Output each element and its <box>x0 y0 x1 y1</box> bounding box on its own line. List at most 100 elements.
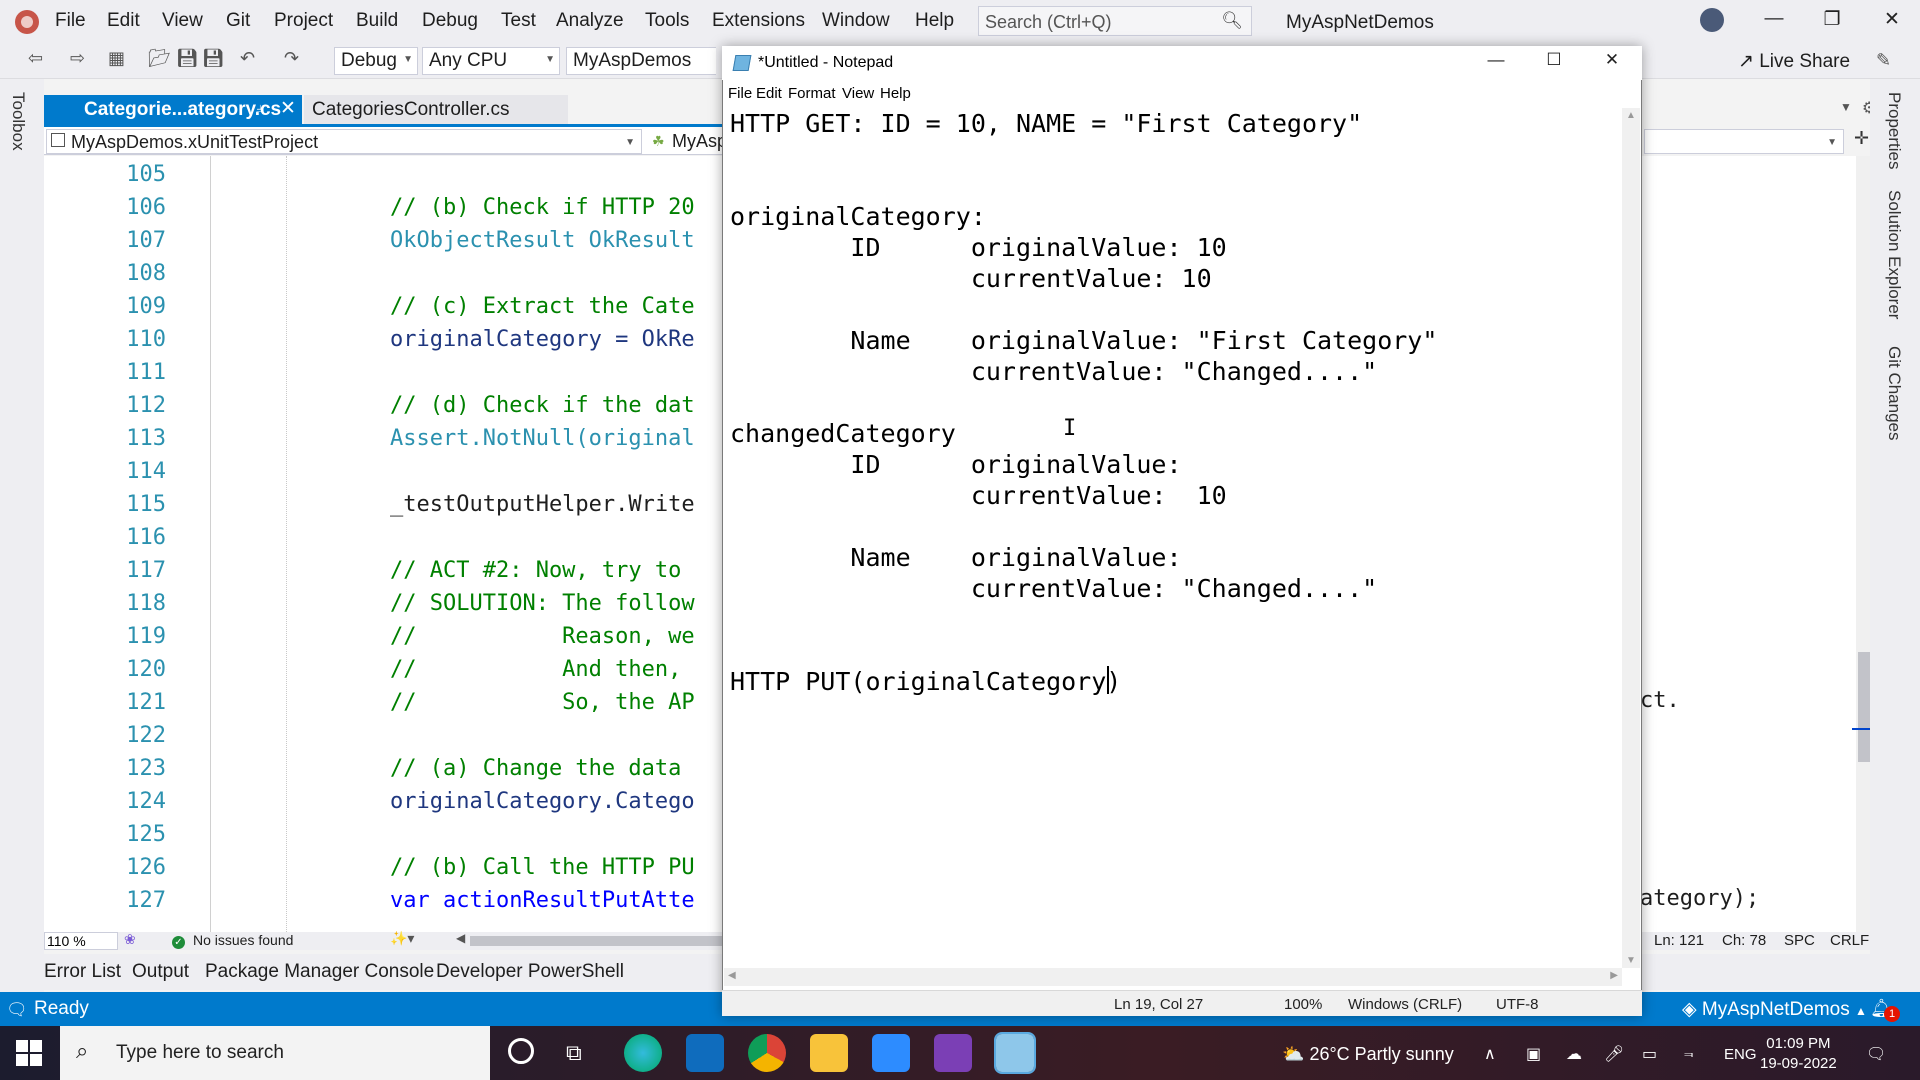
scroll-right-icon[interactable]: ▶ <box>1610 970 1618 981</box>
menu-build[interactable]: Build <box>356 10 398 32</box>
tab-package-manager-console[interactable]: Package Manager Console <box>205 961 434 983</box>
tab-solution-explorer[interactable]: Solution Explorer <box>1884 190 1904 319</box>
open-folder-icon[interactable]: 📂︎ <box>148 48 171 69</box>
menu-extensions[interactable]: Extensions <box>712 10 805 32</box>
forward-icon[interactable]: ⇨ <box>70 48 85 69</box>
configuration-dropdown[interactable]: Debug ▼ <box>334 47 418 75</box>
account-avatar[interactable] <box>1700 8 1724 32</box>
toolbox-tab[interactable]: Toolbox <box>8 92 28 151</box>
cortana-icon[interactable] <box>508 1038 534 1064</box>
visual-studio-taskbar-icon[interactable] <box>934 1034 972 1072</box>
menu-window[interactable]: Window <box>822 10 890 32</box>
issues-indicator[interactable]: ✓ No issues found <box>172 932 293 949</box>
split-editor-icon[interactable]: ✛ <box>1854 128 1869 149</box>
mail-icon[interactable] <box>686 1034 724 1072</box>
notepad-line-ending: Windows (CRLF) <box>1348 996 1463 1013</box>
redo-icon[interactable]: ↷ <box>284 48 299 69</box>
project-dropdown[interactable]: MyAspDemos.xUnitTestProject ▼ <box>46 129 642 154</box>
vs-search-input[interactable]: Search (Ctrl+Q) 🔍︎ <box>978 6 1252 36</box>
save-icon[interactable]: 💾︎ <box>176 48 199 69</box>
back-icon[interactable]: ⇦ <box>28 48 43 69</box>
notepad-text-area[interactable]: HTTP GET: ID = 10, NAME = "First Categor… <box>730 108 1610 968</box>
show-hidden-icons-icon[interactable]: ∧ <box>1484 1044 1496 1064</box>
action-center-icon[interactable]: 🗨︎ <box>1866 1044 1886 1064</box>
undo-icon[interactable]: ↶ <box>240 48 255 69</box>
wifi-icon[interactable]: ⫬ <box>1684 1044 1693 1062</box>
tab-git-changes[interactable]: Git Changes <box>1884 346 1904 441</box>
scroll-up-icon[interactable]: ▲ <box>1626 110 1636 121</box>
file-explorer-icon[interactable] <box>810 1034 848 1072</box>
close-tab-icon[interactable]: ✕ <box>280 97 296 120</box>
chrome-icon[interactable] <box>748 1034 786 1072</box>
scroll-left-icon[interactable]: ◀ <box>456 931 465 945</box>
line-ending[interactable]: CRLF <box>1830 932 1869 949</box>
menu-test[interactable]: Test <box>501 10 536 32</box>
language-indicator[interactable]: ENG <box>1724 1046 1757 1063</box>
notepad-taskbar-icon[interactable] <box>994 1032 1036 1074</box>
menu-edit[interactable]: Edit <box>107 10 140 32</box>
tab-properties[interactable]: Properties <box>1884 92 1904 169</box>
microphone-icon[interactable]: 🎤︎ <box>1604 1044 1624 1064</box>
notepad-horizontal-scrollbar[interactable]: ◀ ▶ <box>724 968 1622 986</box>
member-dropdown[interactable]: ▼ <box>1644 129 1844 154</box>
startup-project-dropdown[interactable]: MyAspDemos <box>566 47 716 75</box>
notepad-menu-format[interactable]: Format <box>788 85 836 102</box>
zoom-app-icon[interactable] <box>872 1034 910 1072</box>
live-share-button[interactable]: ↗ Live Share <box>1738 50 1850 73</box>
weather-widget[interactable]: ⛅ 26°C Partly sunny <box>1282 1044 1454 1065</box>
menu-view[interactable]: View <box>162 10 203 32</box>
battery-icon[interactable]: ▭ <box>1642 1044 1657 1064</box>
tab-categories-controller[interactable]: CategoriesController.cs <box>304 95 568 124</box>
taskbar-clock[interactable]: 01:09 PM 19-09-2022 <box>1760 1034 1837 1074</box>
notepad-menu-edit[interactable]: Edit <box>756 85 782 102</box>
whitespace-mode[interactable]: SPC <box>1784 932 1815 949</box>
feedback-icon[interactable]: ✎ <box>1876 50 1891 71</box>
notepad-minimize-icon[interactable]: — <box>1476 50 1516 70</box>
menu-debug[interactable]: Debug <box>422 10 478 32</box>
notepad-vertical-scrollbar[interactable]: ▲ ▼ <box>1622 108 1640 968</box>
notepad-maximize-icon[interactable]: ☐ <box>1534 50 1574 70</box>
indent-guide <box>286 156 287 932</box>
intellicode-icon[interactable]: ❀ <box>124 931 136 948</box>
close-icon[interactable]: ✕ <box>1872 8 1912 31</box>
code-cleanup-icon[interactable]: ✨▾ <box>390 930 414 947</box>
menu-file[interactable]: File <box>55 10 86 32</box>
platform-dropdown[interactable]: Any CPU ▼ <box>422 47 560 75</box>
tab-category-test[interactable]: Categorie...ategory.cs ⫨ ✕ <box>44 95 302 124</box>
edge-icon[interactable] <box>624 1034 662 1072</box>
editor-scroll-thumb[interactable] <box>1858 652 1870 762</box>
menu-analyze[interactable]: Analyze <box>556 10 624 32</box>
restore-icon[interactable]: ❐ <box>1812 8 1852 31</box>
menu-project[interactable]: Project <box>274 10 333 32</box>
tab-list-dropdown-icon[interactable]: ▼ <box>1840 100 1852 114</box>
taskbar-search-input[interactable]: ⌕ Type here to search <box>60 1026 490 1080</box>
line-number: 108 <box>126 261 166 286</box>
editor-horizontal-scroll-thumb[interactable] <box>470 936 730 946</box>
menu-tools[interactable]: Tools <box>645 10 689 32</box>
tab-output[interactable]: Output <box>132 961 189 983</box>
minimize-icon[interactable]: — <box>1754 8 1794 30</box>
notepad-zoom: 100% <box>1284 996 1323 1013</box>
pin-icon[interactable]: ⫨ <box>256 99 264 116</box>
onedrive-icon[interactable]: ☁ <box>1566 1044 1582 1064</box>
notepad-menu-file[interactable]: File <box>728 85 752 102</box>
new-project-icon[interactable]: ▦ <box>108 48 125 69</box>
type-dropdown[interactable]: ☘ MyAsp <box>648 129 728 154</box>
meet-now-icon[interactable]: ▣ <box>1526 1044 1541 1064</box>
zoom-level-dropdown[interactable]: 110 % <box>44 932 118 950</box>
tab-developer-powershell[interactable]: Developer PowerShell <box>436 961 624 983</box>
windows-start-icon[interactable] <box>16 1040 42 1066</box>
partly-sunny-icon: ⛅ <box>1282 1044 1305 1064</box>
menu-help[interactable]: Help <box>915 10 954 32</box>
tab-error-list[interactable]: Error List <box>44 961 121 983</box>
notepad-menu-help[interactable]: Help <box>880 85 911 102</box>
notepad-menu-view[interactable]: View <box>842 85 874 102</box>
save-all-icon[interactable]: 💾︎ <box>202 48 225 69</box>
notepad-close-icon[interactable]: ✕ <box>1592 50 1632 70</box>
scroll-left-icon[interactable]: ◀ <box>728 970 736 981</box>
repository-button[interactable]: ◈ MyAspNetDemos ▲ <box>1682 998 1867 1021</box>
line-number: 124 <box>126 789 166 814</box>
task-view-icon[interactable]: ⧉ <box>566 1040 582 1066</box>
scroll-down-icon[interactable]: ▼ <box>1626 955 1636 966</box>
menu-git[interactable]: Git <box>226 10 250 32</box>
